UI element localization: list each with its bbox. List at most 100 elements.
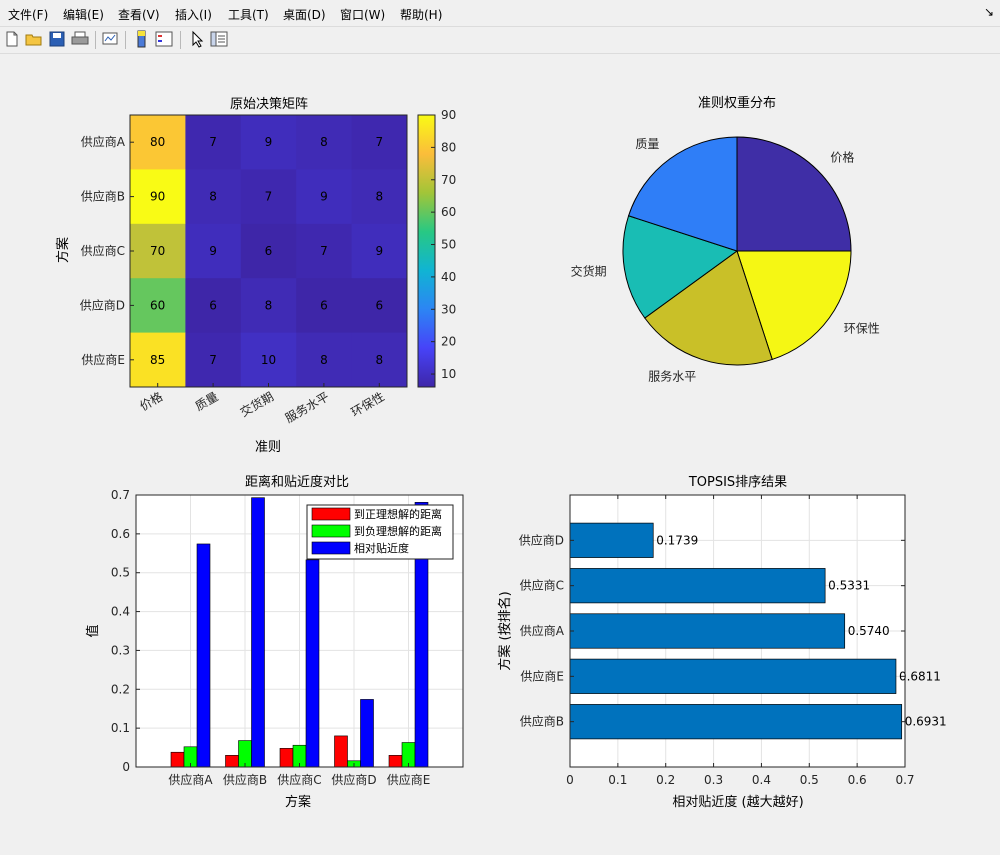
bar-chart-ytick-label: 0.3 [111,643,130,657]
heatmap-xtick-label: 服务水平 [282,389,331,426]
menu-file[interactable]: 文件(F) [8,6,48,23]
toolbar-separator [125,31,126,49]
heatmap-cell-label: 90 [150,190,165,204]
heatmap-ylabel: 方案 [55,237,71,263]
heatmap-cell-label: 6 [209,298,217,312]
ranking-chart-xtick-label: 0.5 [800,773,819,787]
colorbar-tick-label: 40 [441,270,456,284]
bar-chart-ytick-label: 0 [122,760,130,774]
heatmap-ytick-label: 供应商E [81,352,125,367]
property-inspector-icon[interactable] [210,30,228,48]
bar-chart-ytick-label: 0.1 [111,721,130,735]
ranking-chart-ytick-label: 供应商B [520,714,564,729]
menu-edit[interactable]: 编辑(E) [63,6,104,23]
ranking-chart-title: TOPSIS排序结果 [688,475,787,490]
ranking-bar-value-label: 0.6931 [905,715,947,729]
bar-chart-xtick-label: 供应商E [387,772,431,787]
menu-desktop[interactable]: 桌面(D) [283,6,326,23]
heatmap-cell-label: 70 [150,244,165,258]
save-icon[interactable] [48,30,66,48]
heatmap-xtick-label: 质量 [193,389,221,413]
colorbar-icon[interactable] [133,30,151,48]
legend-icon[interactable] [155,30,173,48]
figure-canvas: 原始决策矩阵 80 7 9 8 7 90 8 7 9 8 70 9 6 7 9 60 6 8 6 6 85 7 10 8 8 供… [55,95,947,810]
ranking-bar [569,568,826,604]
heatmap-cell-label: 80 [150,135,165,149]
ranking-chart-ytick-label: 供应商D [519,532,564,547]
distance-bar-chart: 距离和贴近度对比 0 0.1 0.2 0.3 0.4 0.5 0.6 0.7 供应商A 供应商B… [85,474,464,810]
pie-label: 质量 [635,137,659,151]
pie-label: 服务水平 [648,369,696,384]
bar-chart-xtick-label: 供应商A [168,772,213,787]
heatmap-cell-label: 6 [265,244,273,258]
heatmap-ytick-label: 供应商B [81,189,125,204]
heatmap-cell-label: 9 [320,190,328,204]
pie-label: 价格 [830,150,854,165]
ranking-chart-xtick-label: 0 [566,773,574,787]
ranking-chart-xtick-label: 0.6 [848,773,867,787]
ranking-chart-xtick-label: 0.1 [608,773,627,787]
legend-label: 到正理想解的距离 [354,507,442,521]
heatmap-cell-label: 7 [209,353,217,367]
heatmap-title: 原始决策矩阵 [230,96,308,112]
colorbar-tick-label: 70 [441,173,456,187]
bar [388,755,403,768]
heatmap-cell-label: 60 [150,298,165,312]
menu-view[interactable]: 查看(V) [118,6,160,23]
bar [360,699,374,768]
bar-chart-xtick-label: 供应商D [331,772,376,787]
bar-chart-ylabel: 值 [85,624,101,637]
heatmap-cell-label: 85 [150,353,165,367]
colorbar-tick-label: 50 [441,238,456,252]
menu-insert[interactable]: 插入(I) [175,6,212,23]
legend-label: 相对贴近度 [354,541,409,555]
heatmap-xlabel: 准则 [255,440,281,455]
pointer-icon[interactable] [188,30,206,48]
print-icon[interactable] [71,30,89,48]
pie-chart: 准则权重分布 价格环保性服务水平 交货期 质量 [571,95,880,384]
ranking-chart-xtick-label: 0.7 [895,773,914,787]
heatmap-cell-label: 6 [375,298,383,312]
ranking-chart-xtick-label: 0.4 [752,773,771,787]
heatmap-ytick-label: 供应商A [81,134,126,149]
bar-chart-ytick-label: 0.6 [111,527,130,541]
ranking-bar-value-label: 0.1739 [656,533,698,547]
ranking-bar [569,658,897,694]
ranking-bar-value-label: 0.5331 [828,579,870,593]
ranking-bar [569,704,903,740]
ranking-chart-ytick-label: 供应商E [520,668,564,683]
bar-chart-ytick-label: 0.5 [111,566,130,580]
bar-chart-legend[interactable]: 到正理想解的距离到负理想解的距离相对贴近度 [306,504,454,560]
colorbar-tick-label: 60 [441,205,456,219]
heatmap-cell-label: 7 [320,244,328,258]
pie-title: 准则权重分布 [698,95,776,111]
legend-swatch [311,541,351,555]
ranking-bar-value-label: 0.5740 [848,624,890,638]
heatmap-cell-label: 9 [265,135,273,149]
menu-tools[interactable]: 工具(T) [228,6,269,23]
toolbar-separator [180,31,181,49]
menu-help[interactable]: 帮助(H) [400,6,442,23]
new-file-icon[interactable] [3,30,21,48]
heatmap-xtick-label: 价格 [137,389,165,414]
link-plot-icon[interactable] [101,30,119,48]
heatmap-xtick-label: 环保性 [349,389,387,419]
pie-label: 环保性 [844,322,880,336]
ranking-chart-xtick-label: 0.3 [704,773,723,787]
ranking-chart-ylabel: 方案 (按排名) [497,591,513,670]
colorbar-tick-label: 30 [441,302,456,316]
bar [279,748,294,768]
bar-chart-xtick-label: 供应商B [223,772,267,787]
open-folder-icon[interactable] [25,30,43,48]
ranking-chart-ytick-label: 供应商A [520,623,565,638]
heatmap-cell-label: 8 [375,353,383,367]
heatmap-cell-label: 8 [320,353,328,367]
heatmap-ytick-label: 供应商D [80,297,125,312]
dock-arrow-icon[interactable]: ↘ [984,5,994,19]
menu-window[interactable]: 窗口(W) [340,6,385,23]
pie-label: 交货期 [571,264,607,279]
bar [334,735,348,768]
legend-swatch [311,507,351,521]
colorbar-tick-label: 10 [441,367,456,381]
colorbar-tick-label: 90 [441,108,456,122]
